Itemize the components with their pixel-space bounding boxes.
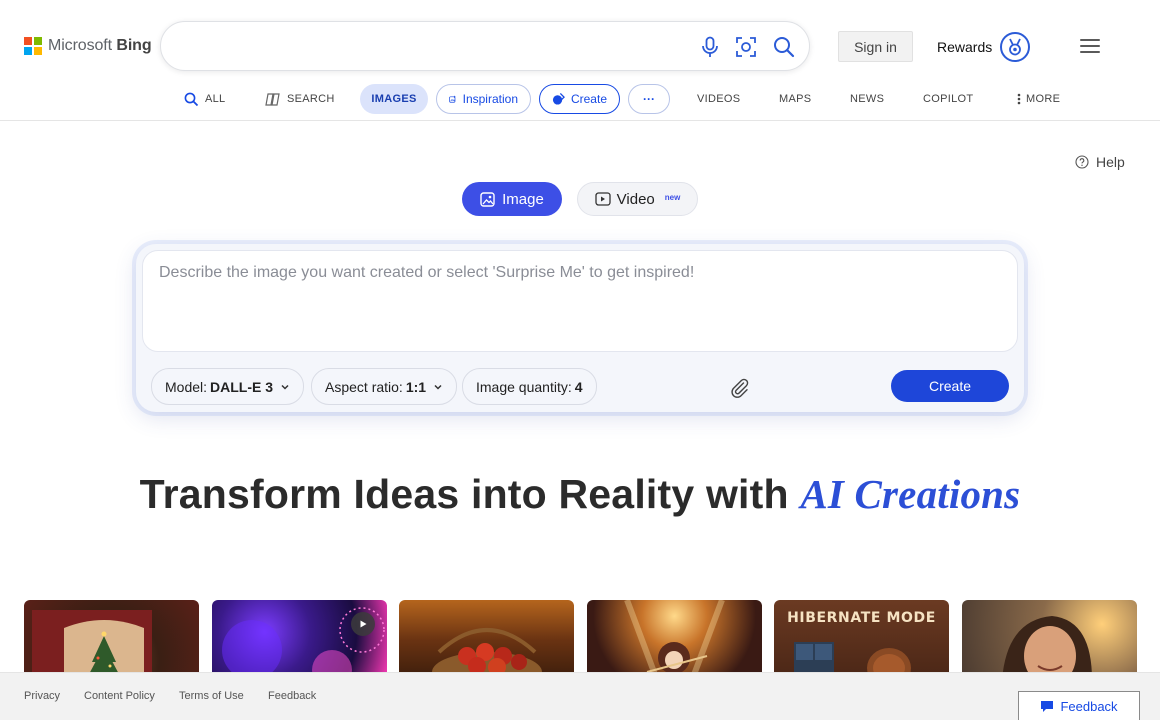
tab-videos-label: VIDEOS (697, 93, 741, 105)
tab-videos[interactable]: VIDEOS (697, 84, 740, 114)
smiling-woman-image (1002, 616, 1092, 680)
bing-logo[interactable]: Microsoft Bing (24, 37, 152, 55)
tab-more[interactable]: MORE (1016, 84, 1060, 114)
logo-product: Bing (116, 37, 152, 54)
tab-create[interactable]: Create (539, 84, 620, 114)
logo-text: Microsoft Bing (48, 37, 152, 55)
hibernate-poster-image (794, 642, 911, 680)
attach-icon[interactable] (726, 374, 752, 400)
gallery-item-smiling-woman[interactable] (962, 600, 1137, 680)
tab-maps-label: MAPS (779, 93, 812, 105)
headline-text: Transform Ideas into Reality with (139, 471, 789, 517)
aspect-label: Aspect ratio: (325, 378, 403, 395)
rewards-button[interactable]: Rewards (937, 31, 1031, 63)
tab-news-label: NEWS (850, 93, 885, 105)
new-badge: new (664, 192, 681, 202)
video-mode-label: Video (616, 190, 655, 208)
video-mode-button[interactable]: Video new (577, 182, 698, 216)
visual-search-icon[interactable] (734, 35, 758, 59)
tab-images-label: IMAGES (371, 93, 417, 105)
tab-maps[interactable]: MAPS (779, 84, 811, 114)
feedback-icon (1041, 700, 1054, 712)
search-input[interactable] (181, 34, 681, 60)
microphone-icon[interactable] (698, 35, 722, 59)
footer-content-policy-link[interactable]: Content Policy (84, 690, 155, 702)
question-icon (1075, 155, 1089, 169)
gallery-item-apple-basket[interactable] (399, 600, 574, 680)
header: Microsoft Bing Sign in Rewards ALL SEARC… (0, 0, 1160, 121)
footer-terms-link[interactable]: Terms of Use (179, 690, 244, 702)
inspiration-icon (449, 95, 456, 103)
tab-all-label: ALL (205, 93, 226, 105)
nav-bar: ALL SEARCH IMAGES Inspiration Create ···… (0, 84, 1160, 114)
page-headline: Transform Ideas into Reality with AI Cre… (0, 470, 1160, 518)
image-icon (480, 191, 495, 207)
play-icon[interactable] (351, 612, 375, 636)
image-quantity-selector[interactable]: Image quantity: 4 (462, 368, 597, 405)
tab-images[interactable]: IMAGES (360, 84, 428, 114)
rewards-label: Rewards (937, 39, 993, 55)
model-label: Model: (165, 378, 208, 395)
chevron-down-icon (281, 384, 289, 390)
hamburger-icon[interactable] (1078, 36, 1102, 56)
more-dots-icon: ··· (643, 92, 655, 106)
tab-inspiration[interactable]: Inspiration (436, 84, 531, 114)
create-brush-icon (552, 92, 565, 105)
sign-in-button[interactable]: Sign in (838, 31, 913, 62)
vertical-dots-icon (1017, 93, 1021, 105)
quantity-value: 4 (574, 378, 583, 395)
feedback-button[interactable]: Feedback (1018, 691, 1140, 720)
gallery-item-fireworks-video[interactable] (212, 600, 387, 680)
create-button[interactable]: Create (891, 370, 1009, 402)
footer: Privacy Content Policy Terms of Use Feed… (0, 672, 1160, 720)
gallery-item-anime-violinist[interactable] (587, 600, 762, 680)
help-label: Help (1096, 154, 1125, 170)
tab-news[interactable]: NEWS (850, 84, 884, 114)
violinist-image (624, 600, 725, 680)
video-icon (595, 192, 611, 206)
search-icon (184, 92, 199, 106)
tab-copilot[interactable]: COPILOT (923, 84, 973, 114)
aspect-value: 1:1 (405, 378, 427, 395)
example-gallery: HIBERNATE MODE (24, 600, 1137, 680)
tab-more-label: MORE (1026, 93, 1061, 105)
prompt-box (142, 250, 1018, 352)
prompt-input[interactable] (159, 264, 999, 340)
model-selector[interactable]: Model: DALL-E 3 (151, 368, 305, 405)
gallery-item-hibernate-mode-poster[interactable]: HIBERNATE MODE (774, 600, 949, 680)
headline-accent: AI Creations (800, 471, 1021, 517)
tab-search[interactable]: SEARCH (265, 84, 335, 114)
image-mode-button[interactable]: Image (462, 182, 562, 216)
image-creator-composer: Model: DALL-E 3 Aspect ratio: 1:1 Image … (136, 244, 1024, 412)
help-link[interactable]: Help (1075, 154, 1125, 170)
chevron-down-icon (434, 384, 442, 390)
tab-search-label: SEARCH (287, 93, 335, 105)
copilot-search-icon (265, 92, 280, 106)
gallery-item-christmas-card[interactable] (24, 600, 199, 680)
tab-copilot-label: COPILOT (923, 93, 974, 105)
tab-create-label: Create (570, 92, 607, 106)
apple-basket-image (432, 628, 542, 680)
christmas-card-image (32, 610, 152, 680)
model-value: DALL-E 3 (210, 378, 274, 395)
search-icon[interactable] (772, 35, 796, 59)
footer-privacy-link[interactable]: Privacy (24, 690, 60, 702)
more-options-button[interactable]: ··· (628, 84, 670, 114)
aspect-ratio-selector[interactable]: Aspect ratio: 1:1 (311, 368, 458, 405)
medal-icon (1000, 32, 1031, 62)
footer-feedback-link[interactable]: Feedback (268, 690, 316, 702)
quantity-label: Image quantity: (476, 378, 572, 395)
tab-all[interactable]: ALL (184, 84, 225, 114)
image-mode-label: Image (502, 190, 544, 208)
tab-inspiration-label: Inspiration (462, 92, 518, 106)
logo-brand: Microsoft (48, 37, 112, 54)
feedback-button-label: Feedback (1060, 698, 1118, 714)
microsoft-logo-icon (24, 37, 42, 55)
search-box (160, 21, 810, 71)
